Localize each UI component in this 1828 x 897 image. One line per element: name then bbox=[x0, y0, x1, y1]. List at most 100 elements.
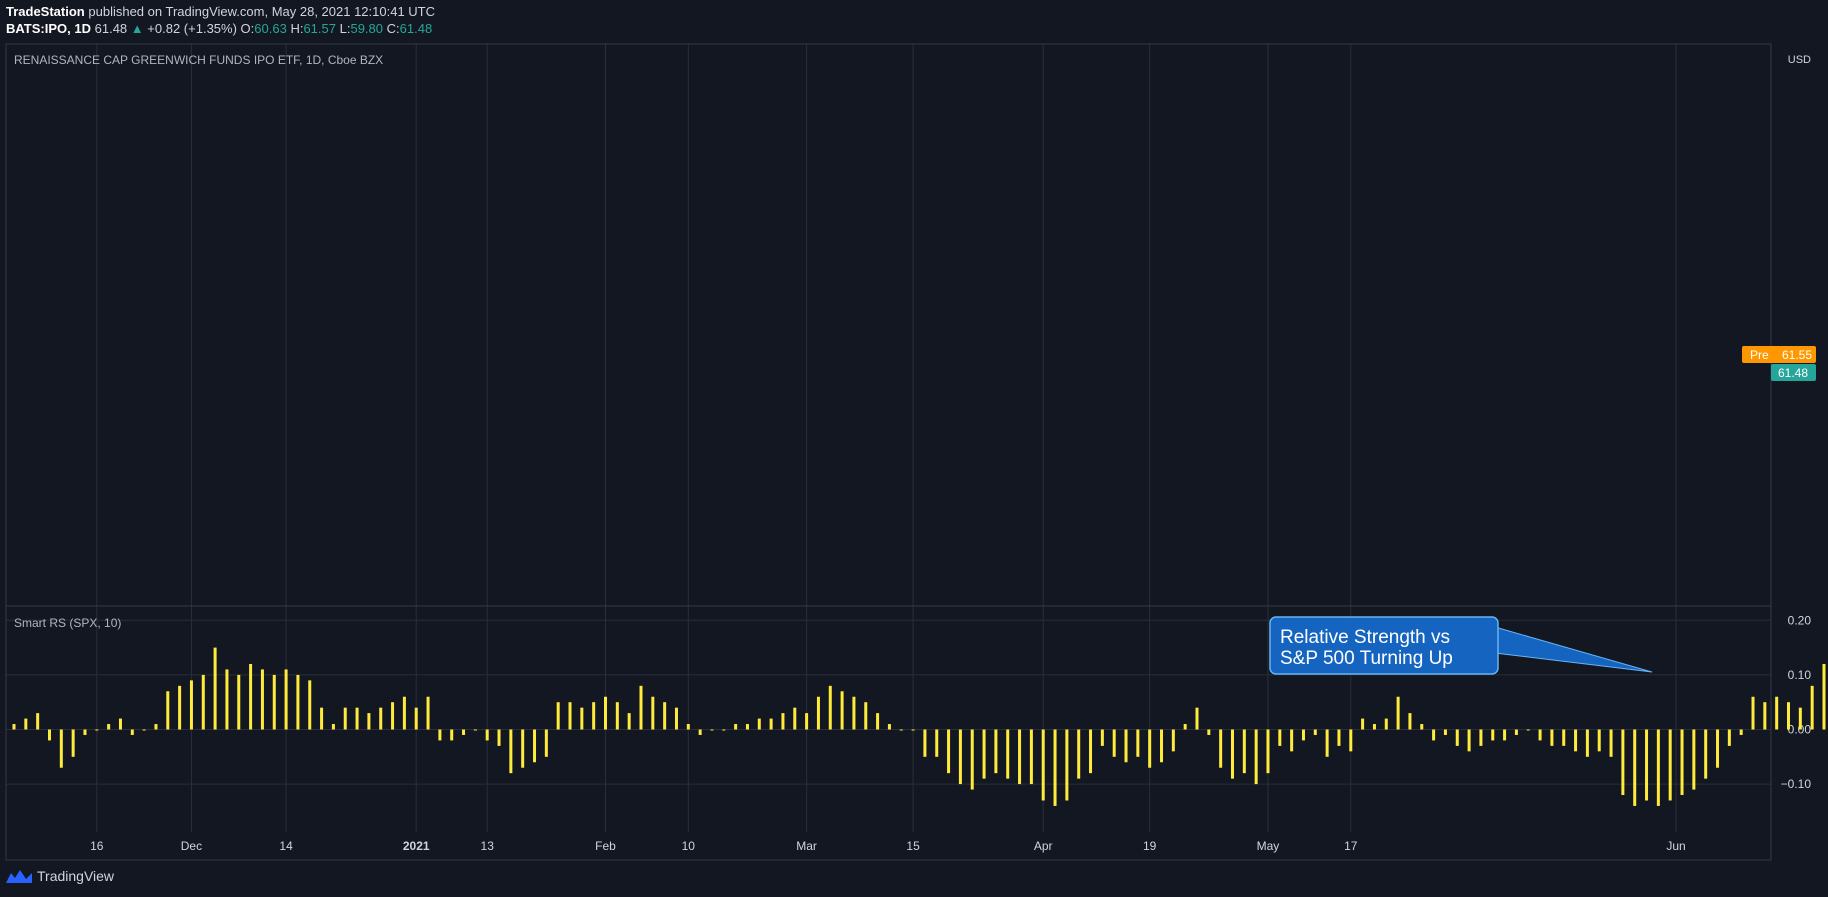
rs-bar bbox=[331, 724, 335, 730]
time-tick-label: Mar bbox=[796, 839, 817, 853]
rs-bar bbox=[130, 729, 134, 735]
time-tick-label: 13 bbox=[481, 839, 495, 853]
rs-bar bbox=[1254, 729, 1258, 785]
rs-bar bbox=[722, 729, 726, 731]
rs-bar bbox=[805, 713, 809, 730]
rs-bar bbox=[1668, 729, 1672, 801]
time-tick-label: Dec bbox=[181, 839, 202, 853]
rs-bar bbox=[1514, 729, 1518, 735]
time-tick-label: May bbox=[1257, 839, 1280, 853]
rs-bar bbox=[12, 724, 16, 730]
rs-bar bbox=[1337, 729, 1341, 746]
rs-bar bbox=[1372, 724, 1376, 730]
rs-bar bbox=[284, 669, 288, 730]
rs-bar bbox=[1467, 729, 1471, 752]
rs-bar bbox=[1716, 729, 1720, 768]
time-tick-label: 15 bbox=[906, 839, 920, 853]
rs-bar bbox=[213, 647, 217, 730]
rs-bar bbox=[1503, 729, 1507, 741]
time-tick-label: 19 bbox=[1143, 839, 1157, 853]
rs-bar bbox=[698, 729, 702, 735]
rs-bar bbox=[710, 729, 714, 731]
rs-bar bbox=[1621, 729, 1625, 796]
rs-bar bbox=[260, 669, 264, 730]
time-tick-label: 10 bbox=[682, 839, 696, 853]
rs-bar bbox=[1041, 729, 1045, 801]
indicator-axis[interactable]: −0.100.000.100.20 bbox=[1781, 613, 1812, 791]
rs-bar bbox=[1550, 729, 1554, 746]
rs-bar bbox=[781, 713, 785, 730]
rs-bar bbox=[899, 729, 903, 731]
rs-bar bbox=[166, 691, 170, 730]
rs-bar bbox=[1585, 729, 1589, 757]
rs-tick-label: 0.20 bbox=[1788, 613, 1812, 627]
rs-bar bbox=[994, 729, 998, 774]
rs-bar bbox=[1053, 729, 1057, 806]
rs-bar bbox=[1479, 729, 1483, 746]
rs-bar bbox=[1100, 729, 1104, 746]
pre-label: Pre bbox=[1750, 348, 1769, 362]
rs-bar bbox=[237, 674, 241, 730]
rs-bar bbox=[580, 707, 584, 730]
rs-bar bbox=[1787, 702, 1790, 730]
rs-bar bbox=[379, 707, 383, 730]
rs-bar bbox=[47, 729, 51, 741]
rs-bar bbox=[663, 702, 667, 730]
rs-bar bbox=[840, 691, 844, 730]
rs-bar bbox=[816, 696, 820, 730]
rs-bar bbox=[1656, 729, 1660, 806]
rs-bar bbox=[876, 713, 880, 730]
rs-bar bbox=[473, 729, 477, 731]
rs-bar bbox=[1219, 729, 1223, 768]
rs-bar bbox=[1727, 729, 1731, 746]
rs-bar bbox=[1207, 729, 1211, 735]
chart-canvas[interactable]: RENAISSANCE CAP GREENWICH FUNDS IPO ETF,… bbox=[0, 0, 1828, 897]
price-labels: Pre 61.55 61.48 bbox=[1742, 346, 1816, 381]
callout-text-line-2: S&P 500 Turning Up bbox=[1280, 648, 1453, 669]
rs-bar bbox=[1692, 729, 1696, 790]
last-price-value: 61.48 bbox=[1778, 366, 1808, 380]
rs-bar bbox=[1148, 729, 1152, 768]
rs-bar bbox=[343, 707, 347, 730]
rs-bar bbox=[604, 696, 607, 730]
rs-bar bbox=[1349, 729, 1353, 752]
currency-label[interactable]: USD bbox=[1788, 54, 1811, 66]
time-axis[interactable]: 16 Dec 14 2021 13 Feb 10 Mar 15 Apr 19 May 17 Jun bbox=[90, 839, 1686, 853]
rs-bar bbox=[320, 707, 324, 730]
rs-bar bbox=[71, 729, 75, 757]
rs-bar bbox=[592, 702, 596, 730]
rs-bar bbox=[107, 724, 111, 730]
rs-bar bbox=[1313, 729, 1317, 735]
rs-bar bbox=[556, 702, 560, 730]
rs-bar bbox=[95, 729, 99, 731]
rs-bar bbox=[296, 674, 300, 730]
brand-name[interactable]: TradingView bbox=[37, 868, 114, 884]
rs-bar bbox=[272, 674, 276, 730]
rs-bar bbox=[1278, 729, 1282, 746]
rs-bar bbox=[1574, 729, 1578, 752]
rs-bar bbox=[391, 702, 395, 730]
rs-bar bbox=[734, 724, 738, 730]
rs-bar bbox=[1183, 724, 1187, 730]
callout-text-line-1: Relative Strength vs bbox=[1280, 627, 1450, 648]
rs-bar bbox=[1325, 729, 1329, 757]
time-tick-label: 16 bbox=[90, 839, 104, 853]
rs-bar bbox=[947, 729, 951, 774]
time-tick-label: 14 bbox=[279, 839, 293, 853]
rs-bar bbox=[769, 718, 773, 730]
time-tick-label: 2021 bbox=[403, 839, 430, 853]
rs-bar bbox=[982, 729, 986, 779]
rs-bar bbox=[1124, 729, 1128, 763]
rs-bar bbox=[651, 696, 655, 730]
pre-price: 61.55 bbox=[1782, 348, 1812, 362]
rs-bar bbox=[1798, 707, 1802, 730]
annotation-callout[interactable]: Relative Strength vs S&P 500 Turning Up bbox=[1269, 616, 1653, 675]
rs-bar bbox=[1136, 729, 1140, 757]
rs-bar bbox=[1763, 702, 1767, 730]
rs-bar bbox=[852, 696, 856, 730]
rs-bar bbox=[1775, 696, 1779, 730]
rs-bar bbox=[745, 724, 749, 730]
rs-bar bbox=[438, 729, 442, 741]
rs-bar bbox=[142, 729, 146, 731]
rs-bar bbox=[970, 729, 974, 790]
